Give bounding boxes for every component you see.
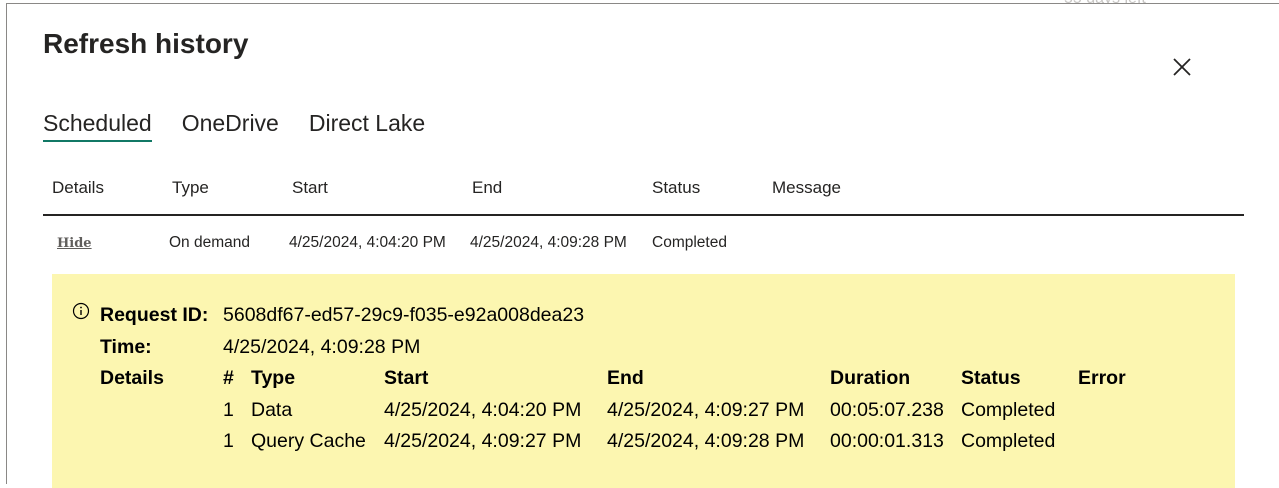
- details-label: Details: [100, 367, 164, 389]
- row-start: 4/25/2024, 4:04:20 PM: [289, 234, 446, 251]
- refresh-history-dialog: Refresh history Scheduled OneDrive Direc…: [6, 3, 1279, 488]
- subrow-num: 1: [223, 399, 234, 421]
- row-type: On demand: [169, 234, 250, 251]
- subheader-type: Type: [251, 367, 296, 389]
- row-status: Completed: [652, 234, 727, 251]
- request-id-value: 5608df67-ed57-29c9-f035-e92a008dea23: [223, 304, 585, 326]
- dialog-title: Refresh history: [43, 28, 249, 59]
- table-row: Hide On demand 4/25/2024, 4:04:20 PM 4/2…: [43, 230, 1244, 260]
- header-status: Status: [652, 178, 701, 197]
- history-table-header: Details Type Start End Status Message: [43, 174, 1244, 216]
- subrow-end: 4/25/2024, 4:09:27 PM: [607, 399, 805, 421]
- close-button[interactable]: [1167, 52, 1197, 82]
- subrow-type: Data: [251, 399, 293, 421]
- header-end: End: [472, 178, 503, 197]
- subheader-num: #: [223, 367, 234, 389]
- subrow-duration: 00:05:07.238: [830, 399, 944, 421]
- refresh-details-panel: Request ID: 5608df67-ed57-29c9-f035-e92a…: [52, 274, 1235, 488]
- subrow-status: Completed: [961, 399, 1056, 421]
- tab-onedrive[interactable]: OneDrive: [182, 110, 279, 142]
- subrow-num: 1: [223, 430, 234, 452]
- subrow-status: Completed: [961, 430, 1056, 452]
- subrow-type: Query Cache: [251, 430, 366, 452]
- time-value: 4/25/2024, 4:09:28 PM: [223, 336, 421, 358]
- subheader-duration: Duration: [830, 367, 911, 389]
- subheader-error: Error: [1078, 367, 1126, 389]
- header-type: Type: [172, 178, 209, 197]
- subrow-end: 4/25/2024, 4:09:28 PM: [607, 430, 805, 452]
- hide-details-link[interactable]: Hide: [57, 236, 92, 251]
- header-message: Message: [772, 178, 841, 197]
- refresh-tabs: Scheduled OneDrive Direct Lake: [43, 110, 425, 142]
- tab-scheduled[interactable]: Scheduled: [43, 110, 152, 142]
- close-icon: [1173, 58, 1191, 76]
- subrow-start: 4/25/2024, 4:09:27 PM: [384, 430, 582, 452]
- subheader-start: Start: [384, 367, 429, 389]
- subrow-start: 4/25/2024, 4:04:20 PM: [384, 399, 582, 421]
- header-start: Start: [292, 178, 328, 197]
- time-label: Time:: [100, 336, 152, 358]
- subheader-end: End: [607, 367, 644, 389]
- request-id-label: Request ID:: [100, 304, 209, 326]
- subrow-duration: 00:00:01.313: [830, 430, 944, 452]
- subheader-status: Status: [961, 367, 1021, 389]
- info-icon: [72, 302, 90, 320]
- header-details: Details: [52, 178, 104, 197]
- row-end: 4/25/2024, 4:09:28 PM: [470, 234, 627, 251]
- tab-direct-lake[interactable]: Direct Lake: [309, 110, 425, 142]
